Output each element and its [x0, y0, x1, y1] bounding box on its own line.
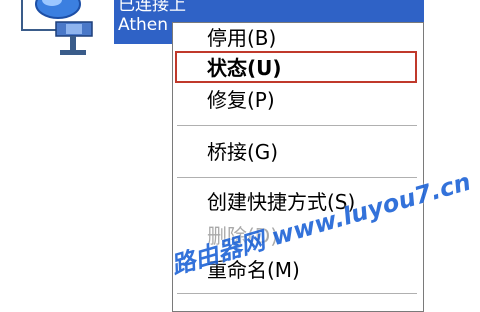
menu-item-status[interactable]: 状态(U) — [207, 55, 282, 81]
menu-item-disable[interactable]: 停用(B) — [207, 25, 276, 51]
menu-separator — [177, 177, 417, 179]
connection-status-text: 已连接上 — [118, 0, 186, 15]
network-connection-icon[interactable] — [0, 0, 120, 60]
menu-separator — [177, 293, 417, 295]
menu-item-bridge[interactable]: 桥接(G) — [207, 139, 278, 165]
menu-item-repair[interactable]: 修复(P) — [207, 87, 275, 113]
menu-separator — [177, 125, 417, 127]
